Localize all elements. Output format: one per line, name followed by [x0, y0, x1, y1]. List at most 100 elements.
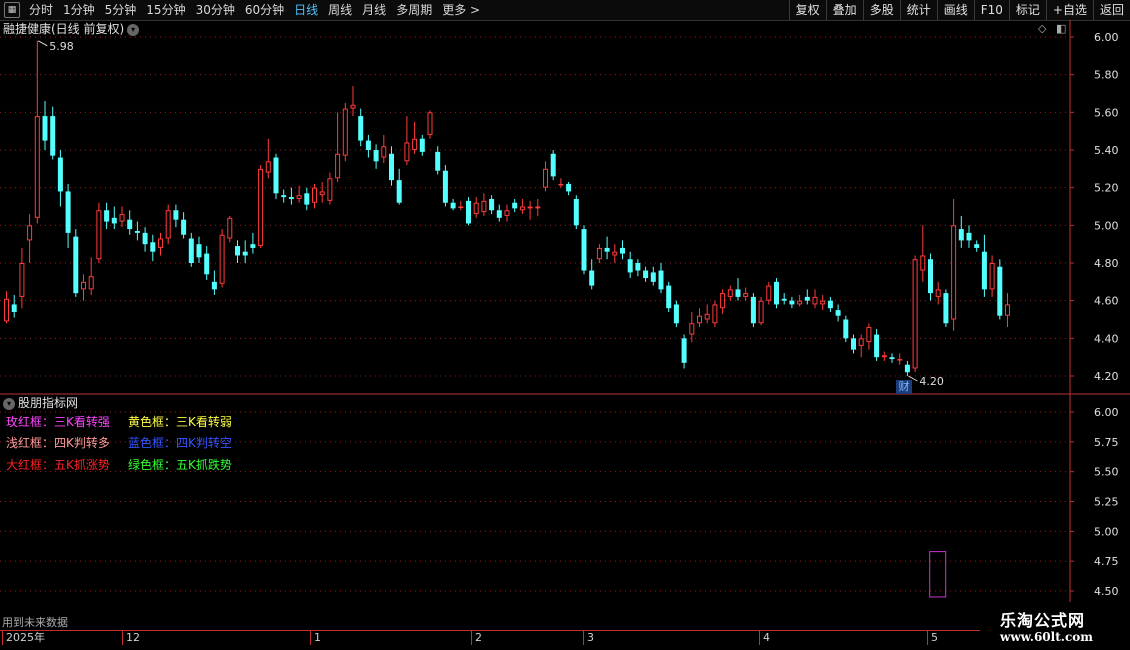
- candle-body: [750, 296, 756, 324]
- candle-body: [119, 214, 125, 222]
- candle-body: [204, 253, 210, 275]
- candle-body: [27, 225, 33, 241]
- candle-body: [296, 195, 302, 199]
- candle-body: [550, 153, 556, 177]
- candle-body: [312, 187, 317, 203]
- panel-toggle-icon[interactable]: ◧: [1056, 22, 1066, 35]
- candle-body: [827, 300, 833, 309]
- candle-body: [265, 161, 271, 173]
- indicator-title: ▾ 股朋指标网: [3, 395, 78, 411]
- candle-body: [404, 142, 410, 162]
- candle-body: [81, 281, 86, 290]
- candle-body: [473, 202, 479, 215]
- candle-body: [427, 112, 433, 135]
- legend-item-light-red: 浅红框：四K判转多: [6, 436, 110, 450]
- candle-body: [481, 200, 487, 213]
- candle-body: [127, 219, 133, 230]
- candle-body: [466, 200, 471, 224]
- candle-body: [835, 310, 841, 316]
- candle-body: [951, 225, 957, 320]
- price-axis: 6.00 5.80 5.60 5.40 5.20 5.00 4.80 4.60 4.40 4.20…: [1070, 31, 1119, 598]
- candle-body: [42, 116, 48, 141]
- candle-body: [981, 251, 987, 290]
- candle-body: [596, 247, 602, 260]
- candle-body: [111, 217, 117, 224]
- date-label-dec: 12: [122, 631, 140, 645]
- candle-body: [743, 293, 749, 297]
- candle-body: [504, 210, 510, 216]
- candle-body: [4, 298, 9, 322]
- date-label-apr: 4: [759, 631, 770, 645]
- high-annotation-arrow: [38, 40, 48, 47]
- candle-body: [11, 304, 17, 312]
- finance-badge[interactable]: 财: [896, 380, 912, 394]
- candle-body: [173, 210, 179, 220]
- candle-body: [581, 229, 587, 271]
- candle-body: [620, 247, 625, 254]
- candle-body: [681, 338, 687, 363]
- panel-icons: ◇ ◧: [1038, 22, 1066, 35]
- candle-body: [781, 298, 787, 301]
- price-tick-label: 4.80: [1094, 257, 1119, 270]
- candle-body: [643, 270, 649, 279]
- candle-body: [273, 157, 279, 194]
- candle-body: [697, 315, 702, 324]
- candle-body: [866, 327, 872, 343]
- kline-chart[interactable]: 5.98 4.20 6.00 5.80 5.60 5.40 5.20 5.00 4.80 4.6…: [0, 0, 1130, 650]
- legend-item-yellow: 黄色框：三K看转弱: [128, 415, 232, 429]
- indicator-dropdown-icon[interactable]: ▾: [3, 397, 15, 410]
- candle-body: [1005, 304, 1010, 316]
- indicator-tick-label: 5.50: [1094, 466, 1119, 479]
- diamond-icon[interactable]: ◇: [1038, 22, 1046, 35]
- candle-body: [281, 195, 287, 198]
- candle-body: [958, 229, 964, 241]
- stock-title: 融捷健康(日线 前复权): [3, 22, 125, 36]
- candle-body: [96, 210, 102, 260]
- candle-body: [34, 116, 40, 218]
- candle-body: [435, 151, 441, 171]
- price-tick-label: 6.00: [1094, 31, 1119, 44]
- candle-body: [650, 272, 656, 282]
- candle-body: [496, 210, 502, 218]
- indicator-tick-label: 4.75: [1094, 555, 1119, 568]
- candle-body: [219, 234, 225, 284]
- candle-body: [804, 296, 810, 301]
- price-tick-label: 4.20: [1094, 370, 1119, 383]
- candle-layer: [4, 40, 1010, 376]
- candle-body: [458, 206, 464, 208]
- candle-body: [851, 338, 856, 350]
- candle-body: [396, 180, 402, 203]
- high-annotation-label: 5.98: [49, 40, 74, 53]
- candle-body: [635, 263, 641, 271]
- candle-body: [758, 300, 764, 324]
- candle-body: [889, 357, 895, 360]
- candle-body: [358, 116, 364, 141]
- candle-body: [50, 116, 56, 156]
- candle-body: [573, 198, 579, 226]
- candle-body: [658, 270, 664, 290]
- watermark-title: 乐淘公式网: [1000, 611, 1086, 630]
- candle-body: [673, 304, 679, 324]
- candle-body: [989, 263, 995, 290]
- candle-body: [881, 355, 887, 358]
- candle-body: [73, 236, 79, 294]
- indicator-tick-label: 6.00: [1094, 406, 1119, 419]
- title-dropdown-icon[interactable]: ▾: [127, 23, 140, 36]
- price-tick-label: 5.60: [1094, 106, 1119, 119]
- candle-body: [512, 202, 518, 209]
- price-tick-label: 4.40: [1094, 332, 1119, 345]
- candle-body: [389, 153, 394, 181]
- candle-body: [820, 300, 826, 305]
- candle-body: [974, 244, 980, 248]
- candle-body: [150, 242, 156, 252]
- candle-body: [535, 206, 541, 209]
- candle-body: [88, 276, 94, 290]
- candle-body: [727, 289, 733, 297]
- date-axis: 2025年 12 1 2 3 4 5: [0, 630, 1000, 645]
- candle-body: [442, 170, 448, 203]
- candle-body: [211, 281, 217, 290]
- candle-body: [350, 104, 356, 109]
- signal-box: [929, 551, 947, 598]
- future-data-note: 用到未来数据: [2, 616, 68, 629]
- date-label-feb: 2: [471, 631, 482, 645]
